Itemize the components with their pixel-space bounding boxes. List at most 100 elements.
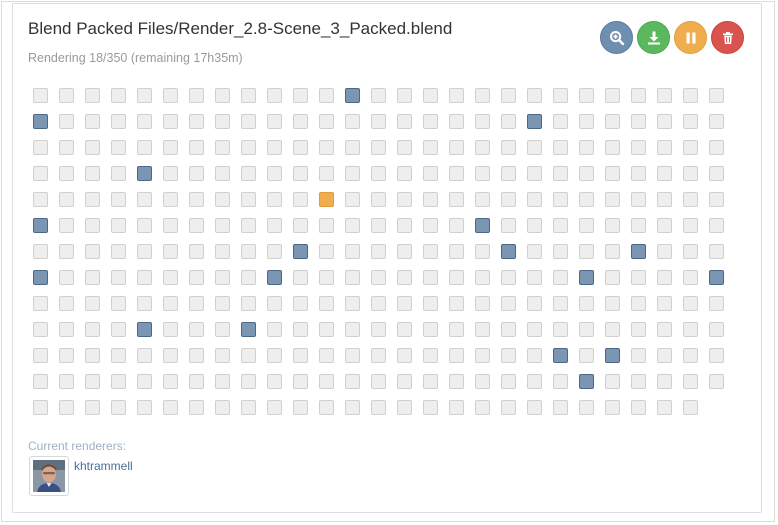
frame-tile-pending[interactable] [371, 296, 386, 311]
frame-tile-pending[interactable] [657, 348, 672, 363]
frame-tile-pending[interactable] [189, 296, 204, 311]
frame-tile-pending[interactable] [605, 296, 620, 311]
frame-tile-pending[interactable] [371, 270, 386, 285]
frame-tile-pending[interactable] [267, 88, 282, 103]
frame-tile-pending[interactable] [683, 192, 698, 207]
frame-tile-pending[interactable] [683, 88, 698, 103]
frame-tile-pending[interactable] [683, 348, 698, 363]
frame-tile-pending[interactable] [501, 218, 516, 233]
frame-tile-pending[interactable] [345, 114, 360, 129]
frame-tile-pending[interactable] [527, 374, 542, 389]
frame-tile-pending[interactable] [33, 348, 48, 363]
frame-tile-pending[interactable] [579, 114, 594, 129]
frame-tile-pending[interactable] [709, 88, 724, 103]
frame-tile-pending[interactable] [631, 374, 646, 389]
frame-tile-pending[interactable] [605, 140, 620, 155]
frame-tile-pending[interactable] [683, 140, 698, 155]
frame-tile-pending[interactable] [189, 322, 204, 337]
frame-tile-pending[interactable] [59, 218, 74, 233]
frame-tile-pending[interactable] [657, 374, 672, 389]
frame-tile-pending[interactable] [163, 348, 178, 363]
frame-tile-pending[interactable] [449, 88, 464, 103]
frame-tile-pending[interactable] [319, 400, 334, 415]
frame-tile-pending[interactable] [163, 296, 178, 311]
frame-tile-pending[interactable] [137, 296, 152, 311]
frame-tile-pending[interactable] [553, 296, 568, 311]
frame-tile-pending[interactable] [397, 114, 412, 129]
frame-tile-pending[interactable] [59, 140, 74, 155]
frame-tile-pending[interactable] [345, 322, 360, 337]
frame-tile-pending[interactable] [579, 244, 594, 259]
frame-tile-pending[interactable] [631, 140, 646, 155]
frame-tile-pending[interactable] [85, 140, 100, 155]
frame-tile-pending[interactable] [319, 140, 334, 155]
frame-tile-pending[interactable] [111, 114, 126, 129]
frame-tile-pending[interactable] [163, 140, 178, 155]
frame-tile-pending[interactable] [579, 218, 594, 233]
frame-tile-pending[interactable] [579, 88, 594, 103]
frame-tile-pending[interactable] [241, 166, 256, 181]
frame-tile-pending[interactable] [85, 88, 100, 103]
frame-tile-pending[interactable] [267, 140, 282, 155]
frame-tile-pending[interactable] [371, 88, 386, 103]
frame-tile-pending[interactable] [579, 348, 594, 363]
frame-tile-pending[interactable] [683, 322, 698, 337]
frame-tile-pending[interactable] [241, 400, 256, 415]
frame-tile-pending[interactable] [163, 218, 178, 233]
frame-tile-pending[interactable] [397, 374, 412, 389]
frame-tile-pending[interactable] [709, 114, 724, 129]
frame-tile-pending[interactable] [449, 244, 464, 259]
frame-tile-pending[interactable] [111, 244, 126, 259]
frame-tile-pending[interactable] [423, 218, 438, 233]
frame-tile-pending[interactable] [241, 244, 256, 259]
frame-tile-pending[interactable] [475, 270, 490, 285]
frame-tile-pending[interactable] [397, 270, 412, 285]
frame-tile-pending[interactable] [657, 400, 672, 415]
frame-tile-pending[interactable] [631, 348, 646, 363]
frame-tile-pending[interactable] [475, 348, 490, 363]
frame-tile-pending[interactable] [475, 244, 490, 259]
frame-tile-pending[interactable] [371, 322, 386, 337]
frame-tile-pending[interactable] [319, 218, 334, 233]
frame-tile-pending[interactable] [449, 218, 464, 233]
frame-tile-pending[interactable] [267, 296, 282, 311]
frame-tile-pending[interactable] [631, 88, 646, 103]
frame-tile-pending[interactable] [111, 140, 126, 155]
view-button[interactable] [600, 21, 633, 54]
frame-tile-pending[interactable] [85, 192, 100, 207]
frame-tile-pending[interactable] [657, 244, 672, 259]
frame-tile-pending[interactable] [371, 244, 386, 259]
frame-tile-pending[interactable] [553, 192, 568, 207]
frame-tile-pending[interactable] [397, 140, 412, 155]
frame-tile-pending[interactable] [683, 374, 698, 389]
frame-tile-pending[interactable] [371, 166, 386, 181]
frame-tile-pending[interactable] [137, 218, 152, 233]
frame-tile-pending[interactable] [371, 374, 386, 389]
frame-tile-pending[interactable] [59, 244, 74, 259]
frame-tile-pending[interactable] [657, 296, 672, 311]
frame-tile-pending[interactable] [59, 322, 74, 337]
frame-tile-pending[interactable] [501, 400, 516, 415]
frame-tile-done[interactable] [267, 270, 282, 285]
frame-tile-pending[interactable] [319, 88, 334, 103]
frame-tile-pending[interactable] [423, 88, 438, 103]
frame-tile-pending[interactable] [215, 270, 230, 285]
frame-tile-pending[interactable] [501, 296, 516, 311]
frame-tile-pending[interactable] [345, 374, 360, 389]
frame-tile-pending[interactable] [683, 166, 698, 181]
frame-tile-pending[interactable] [475, 322, 490, 337]
frame-tile-pending[interactable] [137, 192, 152, 207]
frame-tile-pending[interactable] [189, 192, 204, 207]
frame-tile-pending[interactable] [371, 348, 386, 363]
frame-tile-pending[interactable] [423, 166, 438, 181]
frame-tile-pending[interactable] [137, 348, 152, 363]
frame-tile-done[interactable] [475, 218, 490, 233]
frame-tile-pending[interactable] [111, 192, 126, 207]
frame-tile-pending[interactable] [137, 244, 152, 259]
frame-tile-pending[interactable] [241, 296, 256, 311]
frame-tile-pending[interactable] [527, 166, 542, 181]
frame-tile-pending[interactable] [709, 296, 724, 311]
frame-tile-pending[interactable] [449, 296, 464, 311]
frame-tile-pending[interactable] [579, 400, 594, 415]
frame-tile-pending[interactable] [33, 192, 48, 207]
